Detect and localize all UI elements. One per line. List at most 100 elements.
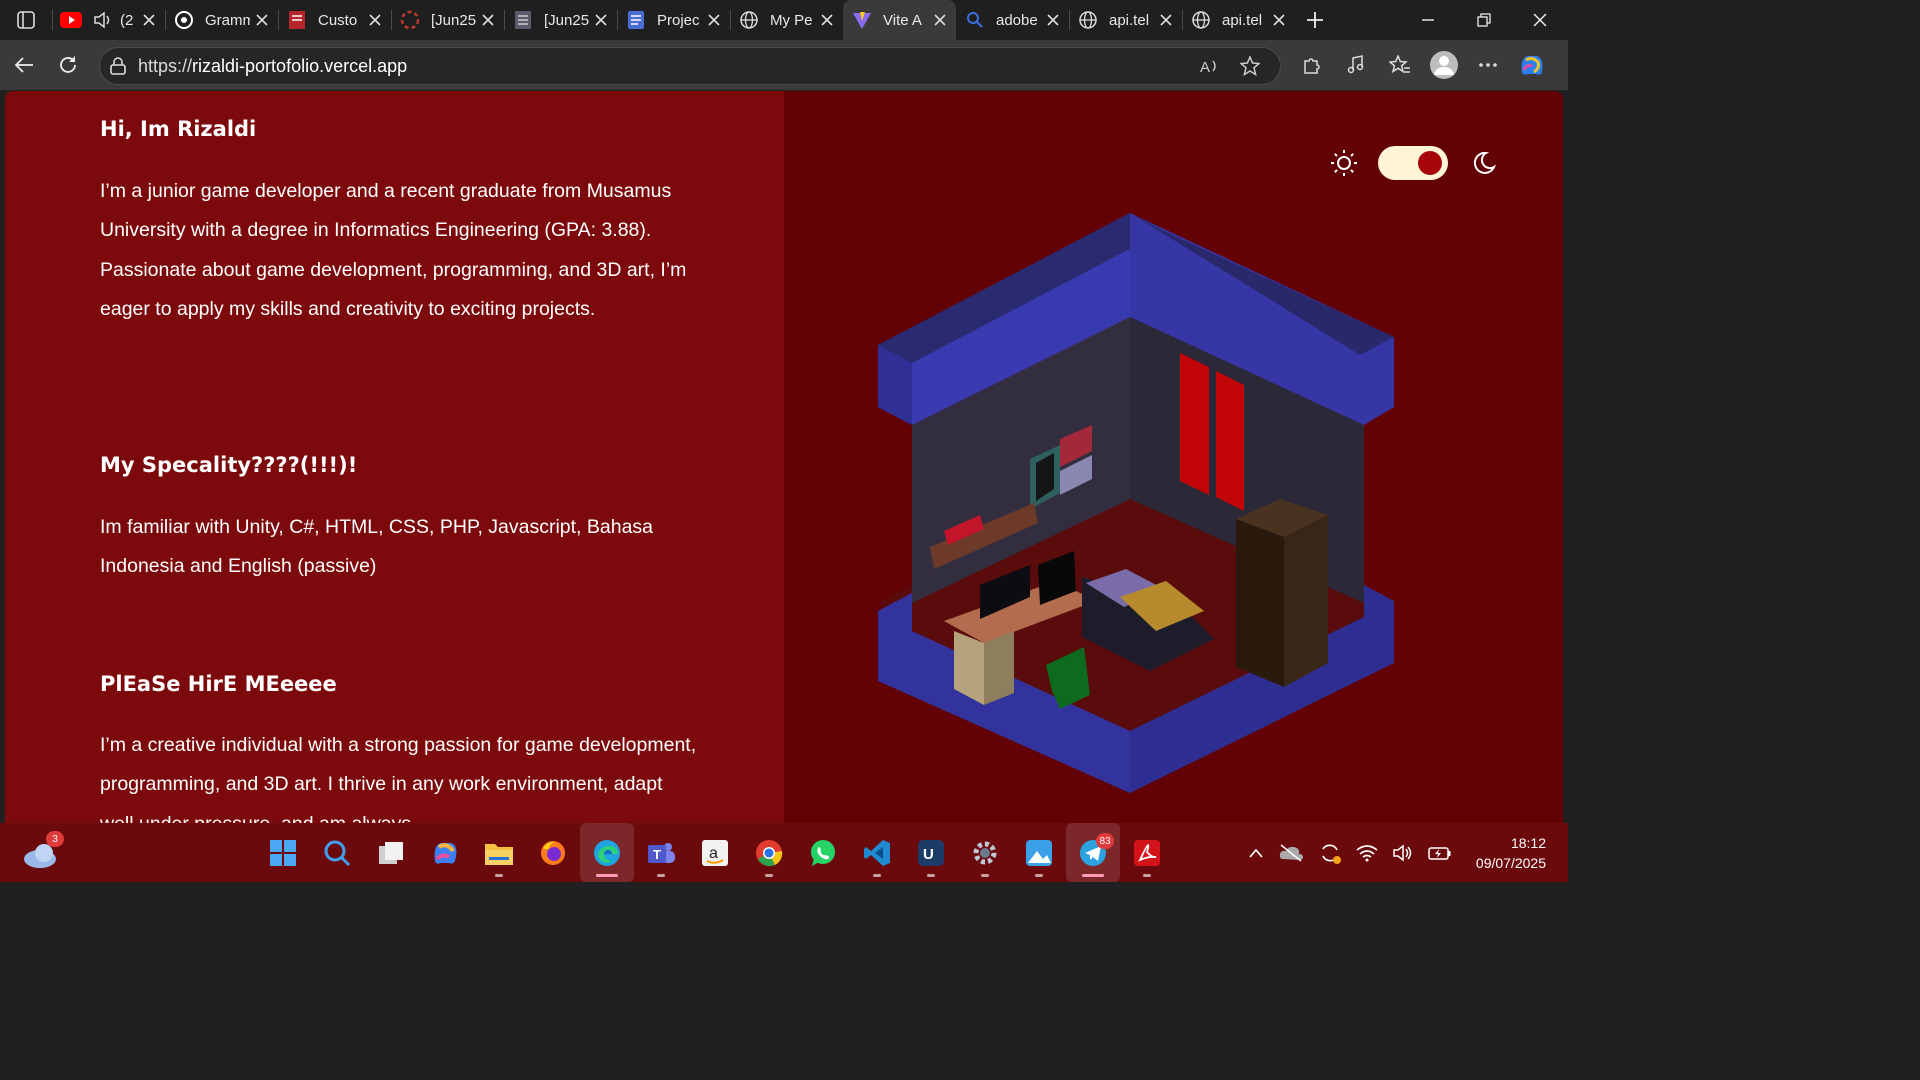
refresh-button[interactable] — [46, 43, 90, 87]
theme-toggle-group — [1330, 146, 1496, 180]
dark-mode-toggle[interactable] — [1378, 146, 1448, 180]
close-tab-icon[interactable] — [1271, 12, 1287, 28]
close-tab-icon[interactable] — [480, 12, 496, 28]
tab-jun25-a[interactable]: [Jun25 — [391, 0, 504, 40]
svg-text:A: A — [1200, 59, 1210, 75]
back-arrow-icon — [14, 57, 33, 73]
taskbar-amazon[interactable]: a — [688, 823, 742, 882]
taskbar-unity-hub[interactable]: U — [904, 823, 958, 882]
copilot-button[interactable] — [1510, 43, 1554, 87]
sync-icon[interactable] — [1318, 841, 1342, 865]
taskbar-clock[interactable]: 18:12 09/07/2025 — [1476, 833, 1546, 873]
hire-heading: PlEaSe HirE MEeeee — [100, 672, 337, 696]
youtube-icon — [60, 9, 82, 31]
tab-project[interactable]: Projec — [617, 0, 730, 40]
close-tab-icon[interactable] — [141, 12, 157, 28]
tab-adobe-search[interactable]: adobe — [956, 0, 1069, 40]
taskbar-whatsapp[interactable] — [796, 823, 850, 882]
media-control-button[interactable] — [1334, 43, 1378, 87]
task-view[interactable] — [364, 823, 418, 882]
tab-actions-button[interactable] — [0, 0, 52, 40]
music-note-icon — [1347, 55, 1364, 74]
taskbar-telegram[interactable]: 83 — [1066, 823, 1120, 882]
taskbar-edge[interactable] — [580, 823, 634, 882]
more-menu-button[interactable] — [1466, 43, 1510, 87]
moon-icon[interactable] — [1470, 150, 1496, 176]
battery-charging-icon[interactable] — [1428, 844, 1452, 862]
volume-icon[interactable] — [1392, 843, 1414, 862]
close-tab-icon[interactable] — [593, 12, 609, 28]
copilot-icon — [1521, 56, 1543, 75]
close-tab-icon[interactable] — [367, 12, 383, 28]
tab-grammarly[interactable]: Gramm — [165, 0, 278, 40]
tab-jun25-b[interactable]: [Jun25 — [504, 0, 617, 40]
acrobat-icon — [1134, 839, 1160, 866]
read-aloud-button[interactable]: A — [1192, 51, 1228, 81]
restore-button[interactable] — [1456, 0, 1512, 40]
vscode-icon — [864, 839, 890, 866]
lock-icon — [110, 57, 126, 75]
sun-icon[interactable] — [1330, 149, 1358, 177]
onedrive-offline-icon[interactable] — [1278, 843, 1304, 863]
taskbar-photos[interactable] — [1012, 823, 1066, 882]
favorites-button[interactable] — [1378, 43, 1422, 87]
favorite-star-button[interactable] — [1232, 51, 1268, 81]
taskbar-file-explorer[interactable] — [472, 823, 526, 882]
taskbar-settings[interactable] — [958, 823, 1012, 882]
chevron-up-icon[interactable] — [1248, 847, 1264, 859]
new-tab-button[interactable] — [1295, 0, 1335, 40]
taskbar-copilot[interactable] — [418, 823, 472, 882]
tab-my-portfolio[interactable]: My Pe — [730, 0, 843, 40]
puzzle-icon — [1304, 58, 1320, 74]
firefox-icon — [541, 840, 565, 865]
wardrobe-front — [1236, 519, 1284, 687]
tab-api-tel-b[interactable]: api.tel — [1182, 0, 1295, 40]
close-tab-icon[interactable] — [819, 12, 835, 28]
taskbar-chrome[interactable] — [742, 823, 796, 882]
extensions-button[interactable] — [1290, 43, 1334, 87]
close-tab-icon[interactable] — [1045, 12, 1061, 28]
tab-api-tel-a[interactable]: api.tel — [1069, 0, 1182, 40]
tab-vite-active[interactable]: Vite A — [843, 0, 956, 40]
address-bar[interactable]: https://rizaldi-portofolio.vercel.app A — [99, 47, 1281, 85]
read-aloud-icon: A — [1200, 59, 1216, 75]
toggle-knob — [1418, 151, 1442, 175]
profile-avatar[interactable] — [1422, 43, 1466, 87]
tab-youtube[interactable]: (2 — [52, 0, 165, 40]
tab-label: (2 — [120, 11, 134, 29]
favorites-icon — [1389, 55, 1410, 74]
tab-custom[interactable]: Custo — [278, 0, 391, 40]
taskbar-teams[interactable]: T — [634, 823, 688, 882]
about-panel: Hi, Im Rizaldi I’m a junior game develop… — [5, 91, 784, 823]
refresh-icon — [60, 56, 76, 73]
close-tab-icon[interactable] — [254, 12, 270, 28]
back-button[interactable] — [2, 43, 46, 87]
gear-icon — [973, 841, 997, 864]
copilot-icon — [434, 842, 457, 864]
close-window-button[interactable] — [1512, 0, 1568, 40]
taskbar-search[interactable] — [310, 823, 364, 882]
speciality-heading: My Specality????(!!!)! — [100, 453, 358, 477]
close-tab-icon[interactable] — [1158, 12, 1174, 28]
window-right — [1216, 371, 1244, 511]
taskbar-firefox[interactable] — [526, 823, 580, 882]
chrome-icon — [756, 839, 783, 866]
hire-paragraph: I’m a creative individual with a strong … — [100, 734, 697, 823]
weather-widget[interactable]: 3 — [22, 831, 64, 873]
minimize-button[interactable] — [1400, 0, 1456, 40]
taskbar-acrobat[interactable] — [1120, 823, 1174, 882]
close-tab-icon[interactable] — [706, 12, 722, 28]
start-button[interactable] — [256, 823, 310, 882]
close-tab-icon[interactable] — [932, 12, 948, 28]
amazon-icon: a — [702, 839, 728, 866]
isometric-room-illustration — [878, 213, 1394, 793]
svg-text:U: U — [923, 846, 934, 863]
speaker-icon[interactable] — [92, 9, 114, 31]
wifi-icon[interactable] — [1356, 844, 1378, 862]
taskbar-vscode[interactable] — [850, 823, 904, 882]
browser-toolbar: https://rizaldi-portofolio.vercel.app A — [0, 40, 1568, 90]
window-left — [1180, 353, 1209, 495]
tab-label: Custo — [318, 11, 358, 29]
star-icon — [1240, 56, 1260, 76]
tab-label: api.tel — [1109, 11, 1150, 29]
